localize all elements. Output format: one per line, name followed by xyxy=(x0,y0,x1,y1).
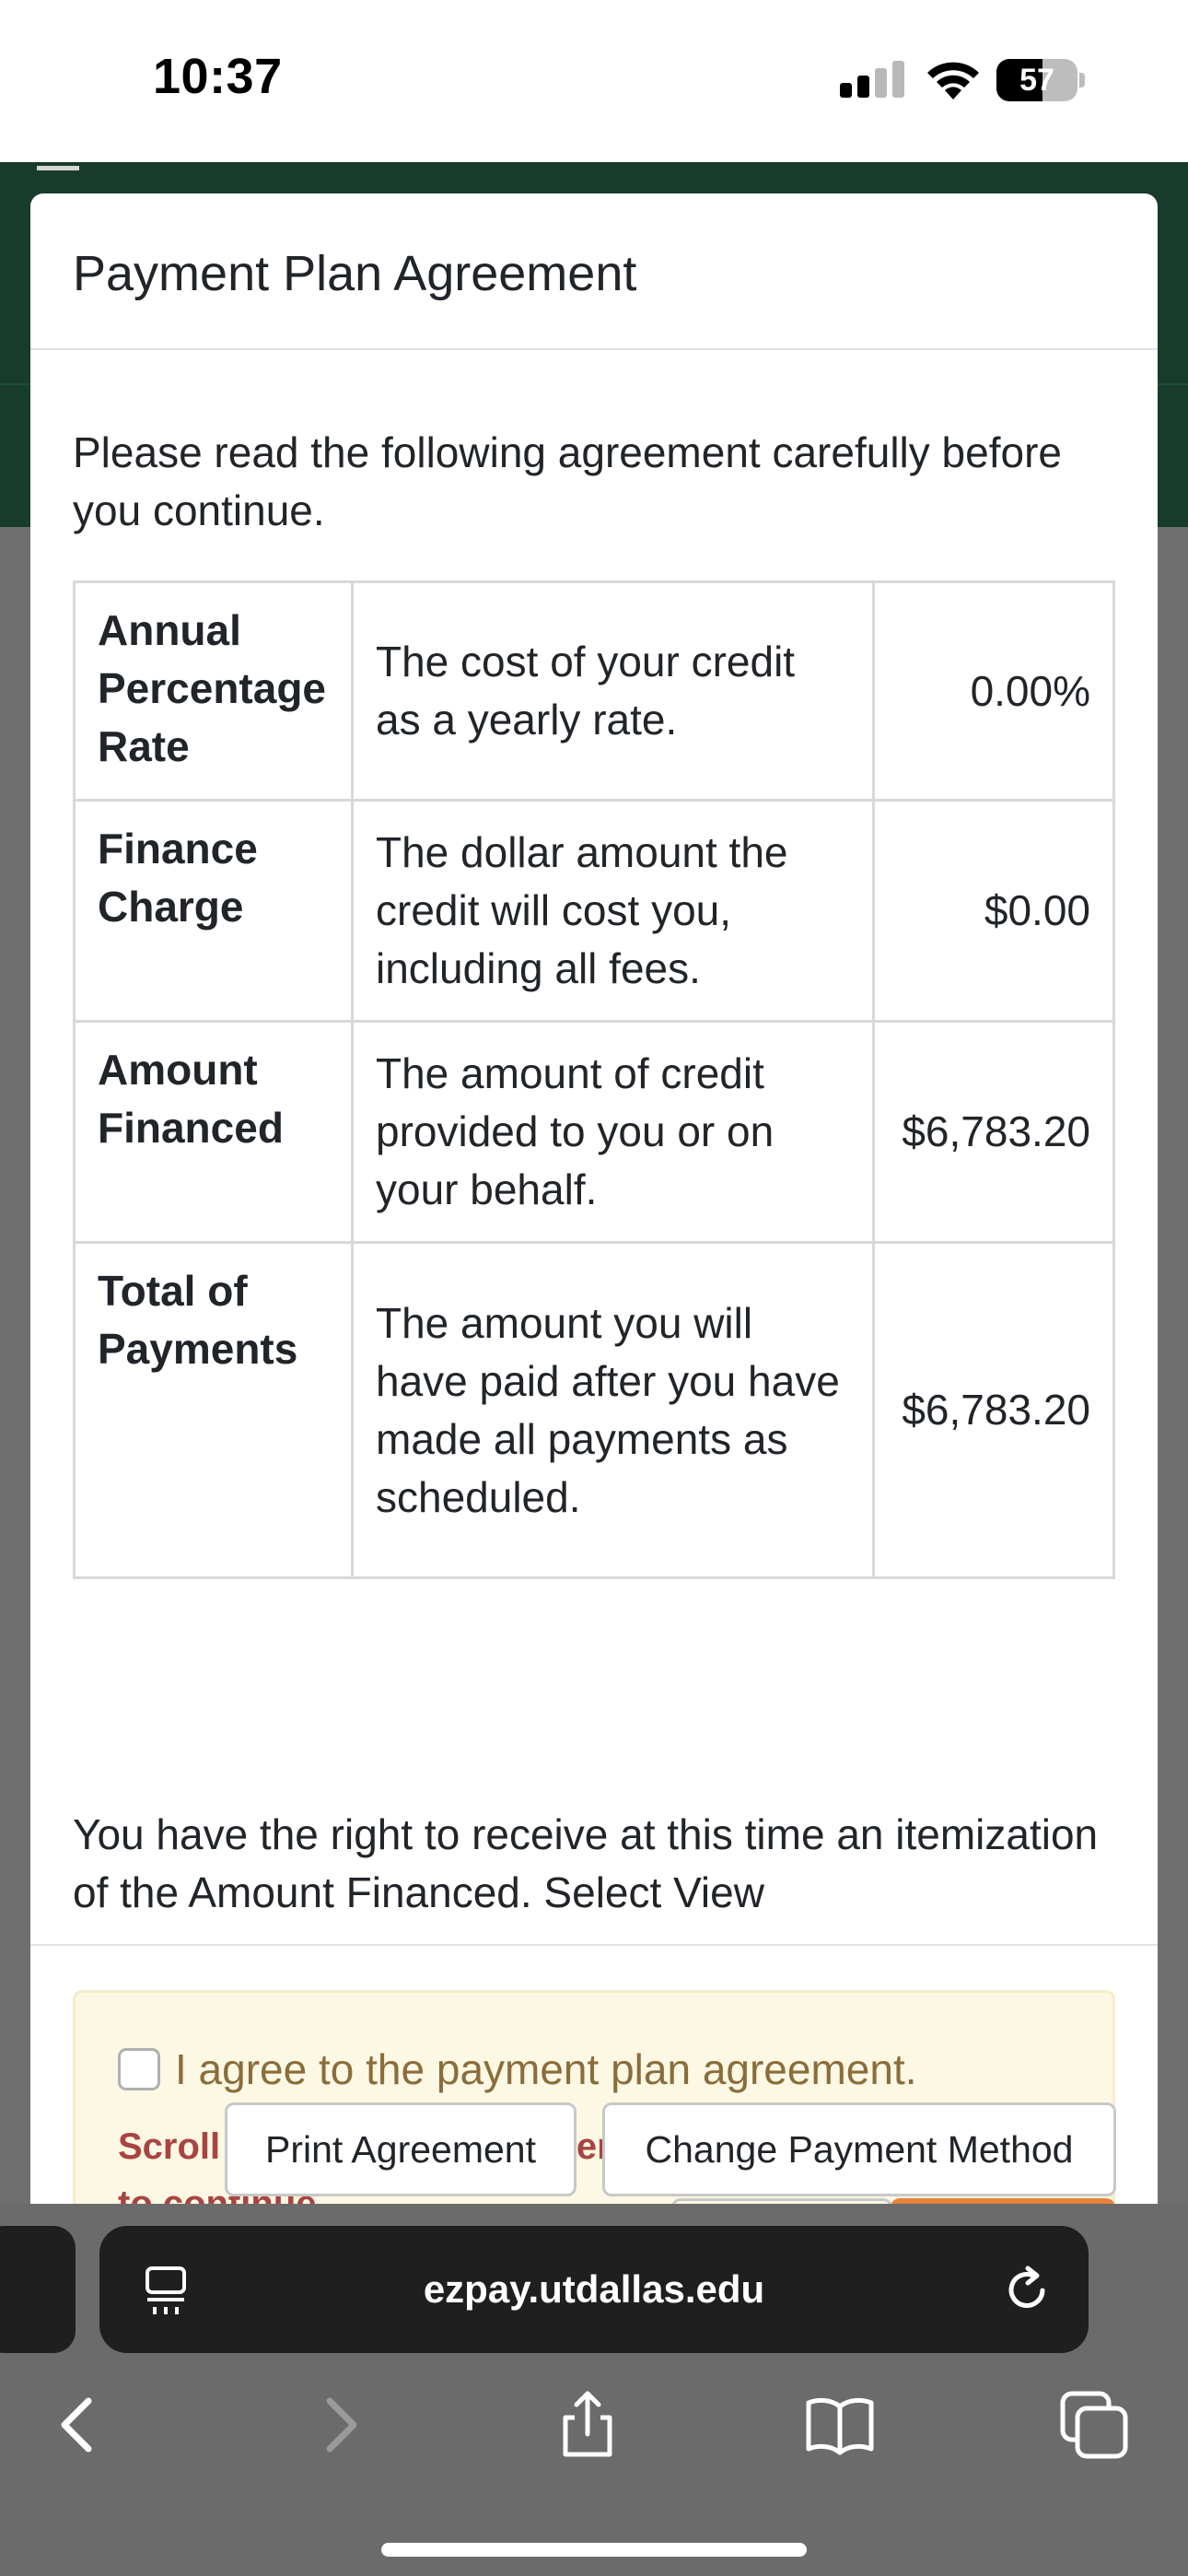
term-label: Annual Percentage Rate xyxy=(73,580,354,802)
table-row: Total of Payments The amount you will ha… xyxy=(73,1241,1115,1579)
term-value: $6,783.20 xyxy=(872,1241,1115,1579)
url-text[interactable]: ezpay.utdallas.edu xyxy=(99,2226,1089,2353)
disclosure-table: Annual Percentage Rate The cost of your … xyxy=(73,580,1115,1579)
change-payment-method-button[interactable]: Change Payment Method xyxy=(602,2102,1116,2196)
status-bar: 10:37 57 xyxy=(0,0,1188,162)
agree-checkbox-row[interactable]: I agree to the payment plan agreement. xyxy=(118,2044,917,2094)
agree-checkbox[interactable] xyxy=(118,2048,160,2090)
address-bar[interactable]: ezpay.utdallas.edu xyxy=(99,2226,1089,2353)
term-value: $6,783.20 xyxy=(872,1020,1115,1244)
table-row: Finance Charge The dollar amount the cre… xyxy=(73,799,1115,1023)
term-description: The dollar amount the credit will cost y… xyxy=(351,799,875,1023)
table-row: Annual Percentage Rate The cost of your … xyxy=(73,580,1115,802)
modal-title: Payment Plan Agreement xyxy=(73,246,637,301)
book-icon[interactable] xyxy=(803,2388,877,2462)
table-row: Amount Financed The amount of credit pro… xyxy=(73,1020,1115,1244)
term-description: The amount you will have paid after you … xyxy=(351,1241,875,1579)
wifi-icon xyxy=(927,62,979,100)
agreement-scroll-area[interactable]: Please read the following agreement care… xyxy=(30,350,1158,1946)
payment-plan-modal: Payment Plan Agreement Please read the f… xyxy=(30,193,1158,2204)
university-logo xyxy=(37,166,79,193)
agreement-intro: Please read the following agreement care… xyxy=(73,428,1062,534)
print-agreement-button[interactable]: Print Agreement xyxy=(225,2102,577,2196)
term-value: $0.00 xyxy=(872,799,1115,1023)
status-time: 10:37 xyxy=(153,49,283,104)
chevron-right-icon[interactable] xyxy=(302,2388,376,2462)
battery-level: 57 xyxy=(1019,63,1054,98)
term-description: The cost of your credit as a yearly rate… xyxy=(351,580,875,802)
chevron-left-icon[interactable] xyxy=(42,2388,116,2462)
battery-icon: 57 xyxy=(996,59,1085,101)
term-label: Finance Charge xyxy=(73,799,354,1023)
share-icon[interactable] xyxy=(551,2388,624,2462)
home-indicator xyxy=(381,2543,807,2557)
term-value: 0.00% xyxy=(872,580,1115,802)
agree-label[interactable]: I agree to the payment plan agreement. xyxy=(175,2044,917,2094)
modal-footer-divider xyxy=(30,1944,1158,1946)
term-label: Total of Payments xyxy=(73,1241,354,1579)
previous-tab-pill[interactable] xyxy=(0,2226,76,2353)
itemization-notice: You have the right to receive at this ti… xyxy=(73,1810,1099,1916)
browser-toolbar: ezpay.utdallas.edu xyxy=(0,2204,1188,2576)
cellular-signal-icon xyxy=(840,61,904,98)
term-description: The amount of credit provided to you or … xyxy=(351,1020,875,1244)
term-label: Amount Financed xyxy=(73,1020,354,1244)
tabs-stack-icon[interactable] xyxy=(1057,2388,1131,2462)
reload-icon[interactable] xyxy=(1000,2263,1054,2316)
